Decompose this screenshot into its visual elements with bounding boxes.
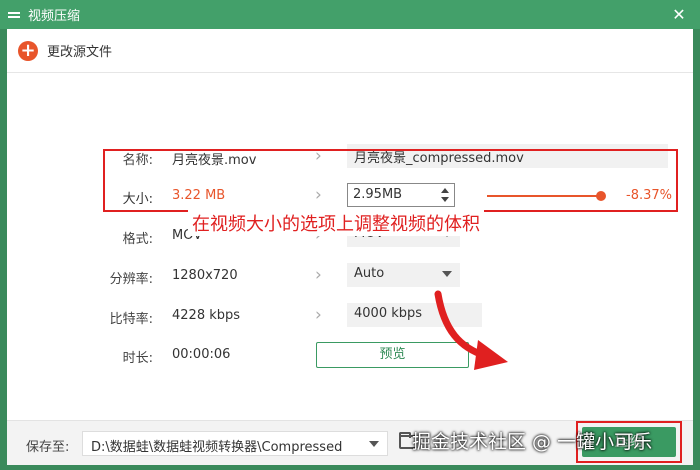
resolution-select-value: Auto (354, 266, 385, 281)
chevron-right-icon: › (315, 265, 322, 285)
chevron-down-icon (442, 271, 452, 277)
source-resolution: 1280x720 (172, 268, 238, 283)
app-menu-icon[interactable] (7, 8, 21, 22)
chevron-down-icon (369, 441, 379, 447)
toolbar: + 更改源文件 (7, 29, 693, 73)
compress-window: + 更改源文件 名称: 月亮夜景.mov › 月亮夜景_compressed.m… (7, 29, 693, 465)
source-duration: 00:00:06 (172, 347, 231, 362)
source-bitrate: 4228 kbps (172, 308, 241, 323)
chevron-right-icon: › (315, 305, 322, 325)
duration-label: 时长: (122, 351, 153, 366)
close-icon[interactable]: ✕ (658, 0, 700, 29)
duration-row: 时长: 00:00:06 预览 (7, 342, 693, 368)
annotation-arrow-icon (434, 290, 508, 370)
watermark: 掘金技术社区 @ 一罐小可乐 (412, 431, 653, 453)
bitrate-row: 比特率: 4228 kbps › 4000 kbps (7, 303, 693, 329)
change-source-label: 更改源文件 (47, 45, 113, 60)
window-title: 视频压缩 (28, 9, 81, 24)
resolution-select[interactable]: Auto (347, 263, 460, 287)
annotation-text: 在视频大小的选项上调整视频的体积 (188, 210, 484, 236)
title-bar: 视频压缩 ✕ (0, 0, 700, 29)
save-to-label: 保存至: (26, 440, 70, 455)
save-path-select[interactable]: D:\数据蛙\数据蛙视频转换器\Compressed (82, 431, 388, 456)
resolution-label: 分辨率: (109, 272, 153, 287)
size-highlight-box (103, 149, 678, 212)
change-source-button[interactable]: + 更改源文件 (18, 40, 113, 61)
plus-icon: + (18, 40, 38, 61)
save-path-value: D:\数据蛙\数据蛙视频转换器\Compressed (91, 440, 343, 455)
resolution-row: 分辨率: 1280x720 › Auto (7, 263, 693, 289)
bitrate-label: 比特率: (109, 312, 153, 327)
format-label: 格式: (122, 232, 153, 247)
